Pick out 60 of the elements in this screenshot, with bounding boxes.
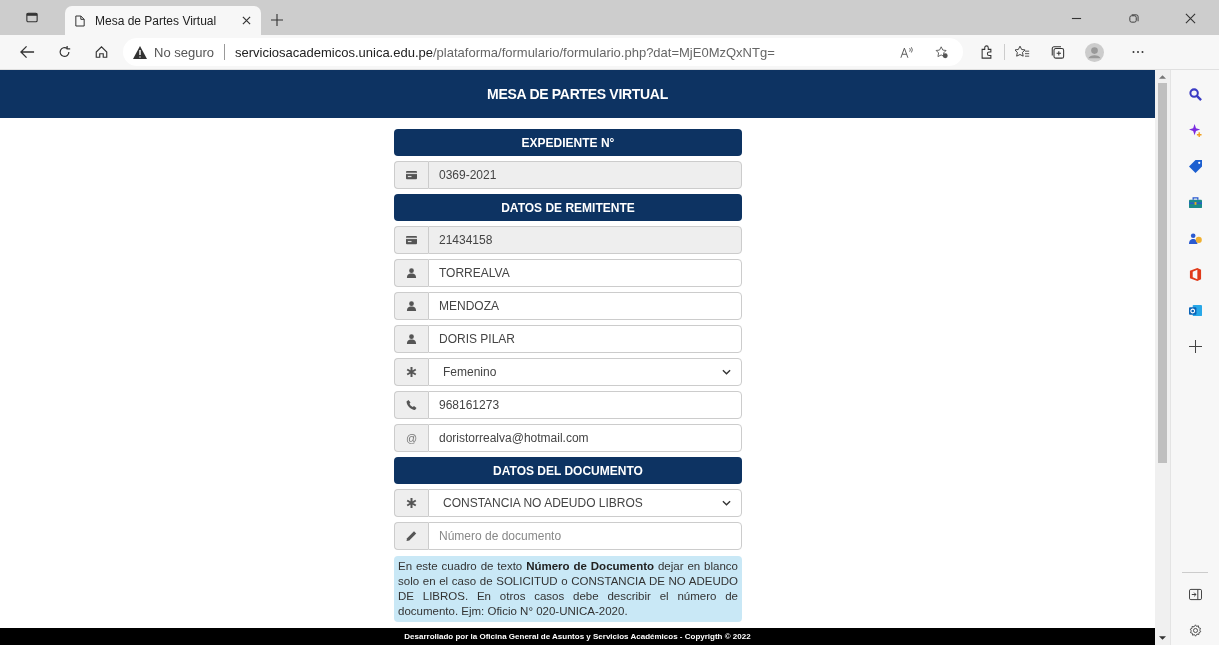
favorite-add-icon[interactable]: [935, 45, 949, 59]
office-icon[interactable]: [1188, 268, 1202, 281]
section-header: DATOS DEL DOCUMENTO: [394, 457, 742, 484]
page-header: MESA DE PARTES VIRTUAL: [0, 70, 1155, 118]
add-icon[interactable]: [1188, 340, 1202, 353]
phone-icon: [406, 400, 417, 410]
scroll-up-icon[interactable]: [1159, 74, 1166, 79]
address-bar[interactable]: No seguro serviciosacademicos.unica.edu.pe/plataforma/formulario/formulario.php?dat=MjE0MzQxNTg=: [123, 38, 963, 66]
read-aloud-icon[interactable]: [900, 45, 914, 59]
footer-text: Desarrollado por la Oficina General de Asuntos y Servicios Académicos - Copyrigth © 2022: [0, 628, 1155, 645]
info-note: En este cuadro de texto Número de Documento dejar en blanco solo en el caso de SOLICITUD o CONSTANCIA DE NO ADEUDO DE LIBROS. En otros casos debe describir el número de documento. Ejm: Oficio N° 020-UNICA-2020.: [394, 556, 742, 622]
tab-actions-icon[interactable]: [26, 12, 38, 23]
input-field[interactable]: DORIS PILAR: [428, 325, 742, 353]
back-icon[interactable]: [20, 45, 35, 59]
more-icon[interactable]: [1132, 50, 1144, 54]
pencil-icon: [406, 531, 417, 541]
new-tab-icon[interactable]: [271, 14, 283, 26]
select-field[interactable]: CONSTANCIA NO ADEUDO LIBROS: [428, 489, 742, 517]
scrollbar-thumb[interactable]: [1158, 83, 1167, 463]
warning-icon: [133, 45, 147, 59]
page-icon: [75, 14, 85, 27]
section-header: EXPEDIENTE N°: [394, 129, 742, 156]
input-field[interactable]: doristorrealva@hotmail.com: [428, 424, 742, 452]
extensions-icon[interactable]: [979, 45, 994, 59]
input-field[interactable]: TORREALVA: [428, 259, 742, 287]
asterisk-icon: [406, 367, 417, 377]
toolbox-icon[interactable]: [1188, 196, 1202, 209]
input-field[interactable]: Número de documento: [428, 522, 742, 550]
security-label: No seguro: [154, 44, 214, 60]
search-icon[interactable]: [1188, 88, 1202, 101]
refresh-icon[interactable]: [57, 45, 72, 59]
mail-icon[interactable]: [1188, 304, 1202, 317]
user-icon: [406, 268, 417, 278]
chevron-down-icon: [722, 369, 731, 375]
close-icon[interactable]: [1185, 13, 1196, 24]
scroll-down-icon[interactable]: [1159, 636, 1166, 641]
user-icon: [406, 301, 417, 311]
select-field[interactable]: Femenino: [428, 358, 742, 386]
at-sign: @: [405, 432, 418, 444]
profile-icon[interactable]: [1085, 42, 1104, 62]
input-field[interactable]: 968161273: [428, 391, 742, 419]
people-icon[interactable]: [1188, 232, 1202, 245]
favorites-icon[interactable]: [1015, 45, 1030, 59]
close-icon[interactable]: [242, 16, 251, 25]
chevron-down-icon: [722, 500, 731, 506]
section-header: DATOS DE REMITENTE: [394, 194, 742, 221]
input-field[interactable]: MENDOZA: [428, 292, 742, 320]
home-icon[interactable]: [94, 45, 109, 59]
browser-tab[interactable]: Mesa de Partes Virtual: [65, 6, 261, 35]
card-icon: [406, 170, 417, 180]
sparkle-icon[interactable]: [1188, 124, 1202, 137]
tag-icon[interactable]: [1188, 160, 1202, 173]
url-text: serviciosacademicos.unica.edu.pe/plataforma/formulario/formulario.php?dat=MjE0MzQxNTg=: [235, 44, 775, 60]
collections-icon[interactable]: [1050, 45, 1065, 59]
restore-icon[interactable]: [1128, 13, 1139, 24]
asterisk-icon: [406, 498, 417, 508]
settings-icon[interactable]: [1188, 624, 1202, 637]
sidebar-toggle-icon[interactable]: [1188, 588, 1202, 601]
user-icon: [406, 334, 417, 344]
card-icon: [406, 235, 417, 245]
